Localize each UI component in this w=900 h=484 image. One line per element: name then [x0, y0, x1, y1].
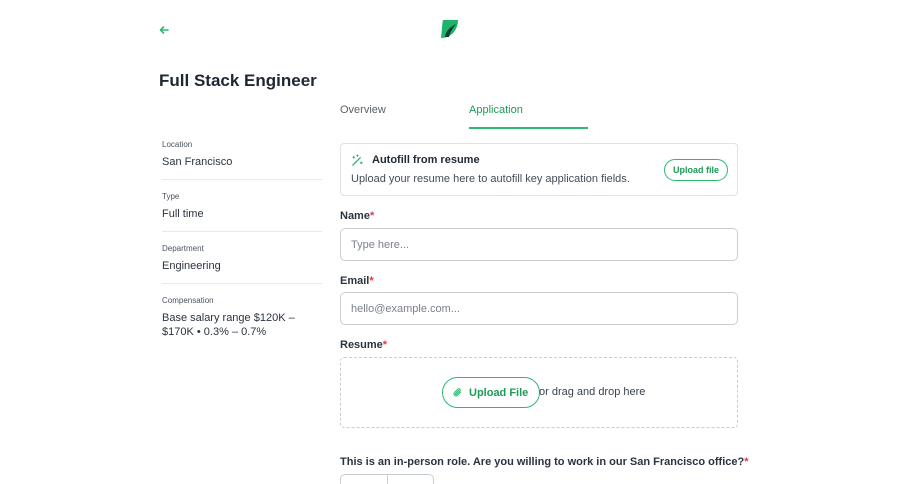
- resume-label: Resume*: [340, 339, 387, 351]
- required-mark: *: [369, 210, 375, 222]
- in-person-choice-group: [340, 474, 434, 484]
- email-label: Email*: [340, 275, 374, 287]
- resume-dropzone[interactable]: Upload File or drag and drop here: [340, 357, 738, 428]
- location-value: San Francisco: [162, 156, 233, 168]
- required-mark: *: [369, 275, 374, 287]
- tab-application[interactable]: Application: [469, 104, 588, 129]
- type-value: Full time: [162, 208, 204, 220]
- autofill-title: Autofill from resume: [372, 154, 480, 166]
- arrow-left-icon: [159, 26, 169, 34]
- job-title: Full Stack Engineer: [159, 71, 317, 90]
- job-details-sidebar: Location San Francisco Type Full time De…: [162, 140, 322, 361]
- paperclip-icon: [453, 388, 462, 397]
- magic-wand-icon: [352, 154, 363, 166]
- department-section: Department Engineering: [162, 244, 322, 284]
- tab-bar: Overview Application: [340, 104, 738, 129]
- compensation-value: Base salary range $120K – $170K • 0.3% –…: [162, 312, 295, 338]
- department-label: Department: [162, 244, 204, 253]
- back-button[interactable]: [156, 22, 172, 38]
- type-label: Type: [162, 192, 180, 201]
- tab-overview[interactable]: Overview: [340, 104, 386, 129]
- in-person-question: This is an in-person role. Are you willi…: [340, 456, 749, 468]
- compensation-section: Compensation Base salary range $120K – $…: [162, 296, 322, 349]
- brand-logo-icon[interactable]: [439, 18, 461, 40]
- resume-label-text: Resume: [340, 339, 383, 351]
- location-label: Location: [162, 140, 193, 149]
- in-person-question-text: This is an in-person role. Are you willi…: [340, 456, 745, 468]
- autofill-card: Autofill from resume Upload your resume …: [340, 143, 738, 196]
- required-mark: *: [382, 339, 388, 351]
- choice-option-2[interactable]: [386, 475, 434, 484]
- name-input[interactable]: [340, 228, 738, 261]
- upload-resume-button[interactable]: Upload File: [442, 377, 541, 408]
- department-value: Engineering: [162, 260, 221, 272]
- name-label: Name*: [340, 210, 374, 222]
- compensation-label: Compensation: [162, 296, 214, 305]
- autofill-description: Upload your resume here to autofill key …: [351, 173, 630, 185]
- email-label-text: Email: [340, 275, 370, 287]
- type-section: Type Full time: [162, 192, 322, 232]
- location-section: Location San Francisco: [162, 140, 322, 180]
- upload-file-button[interactable]: Upload file: [663, 159, 728, 181]
- drag-drop-text: or drag and drop here: [539, 386, 646, 398]
- name-label-text: Name: [340, 210, 370, 222]
- required-mark: *: [744, 456, 749, 468]
- email-input[interactable]: [340, 292, 738, 325]
- upload-resume-label: Upload File: [469, 386, 529, 399]
- choice-option-1[interactable]: [341, 475, 387, 484]
